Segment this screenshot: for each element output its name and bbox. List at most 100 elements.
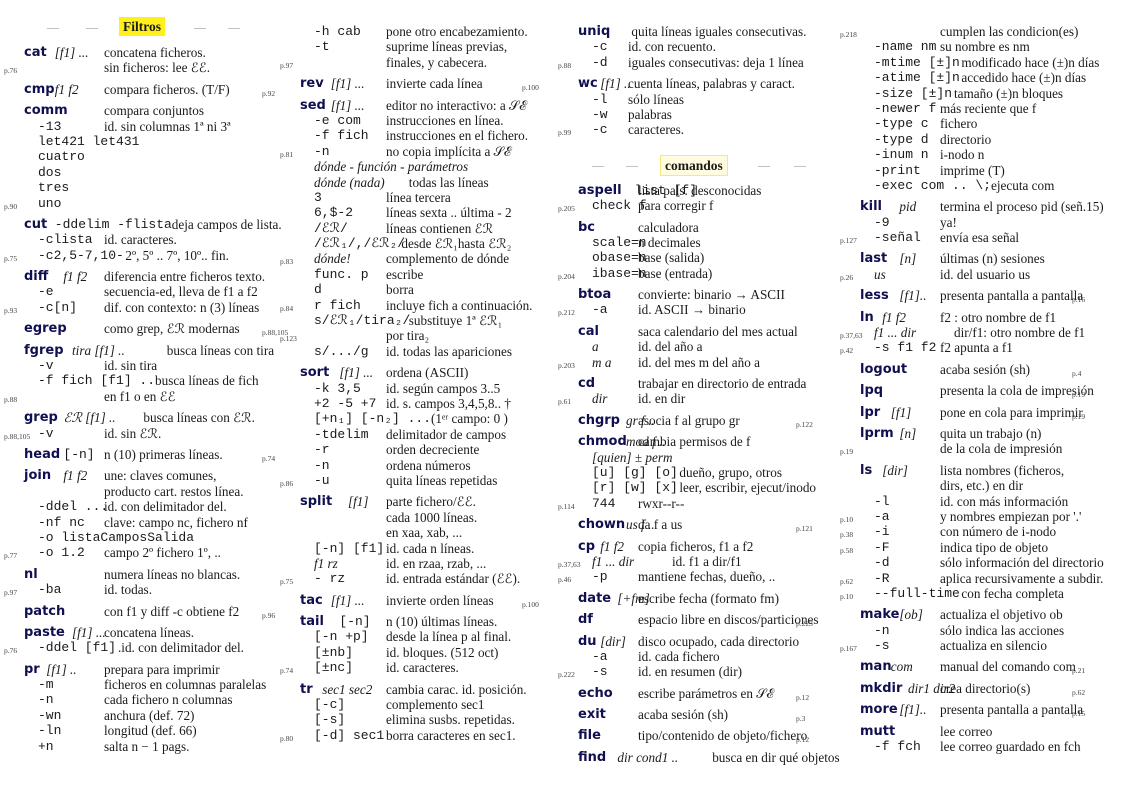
command-args: -type d	[874, 131, 929, 147]
entry-line: f1 ... dir id. f1 a dir/f1 p.37,63	[558, 554, 840, 569]
command-args: -13	[38, 118, 62, 134]
page-reference: p.26	[840, 272, 854, 282]
entry-line: paste [f1] ... concatena líneas.	[0, 625, 290, 640]
command-args: -newer f	[874, 100, 937, 116]
command-args: [quien] ± perm	[592, 449, 673, 465]
command-entry-file: file tipo/contenido de objeto/fichero p.12	[568, 728, 840, 744]
command-description: quita un trabajo (n)	[940, 425, 1042, 441]
command-name: ln	[860, 309, 874, 325]
page-reference: p.80	[280, 733, 294, 743]
entry-line: /ℰℛ/líneas contienen ℰℛ	[290, 221, 568, 236]
command-description: id. sin ℰℛ.	[104, 425, 162, 441]
command-args: let421 let431	[38, 133, 140, 149]
command-description: sin ficheros: lee ℰℰ.	[104, 60, 211, 76]
command-args: -F	[874, 539, 890, 555]
entry-line: more [f1].. presenta pantalla a pantalla p.…	[840, 702, 1122, 718]
entry-line: -c2,5-7,10- 2º, 5º .. 7º, 10º.. fin. p.75	[0, 248, 290, 263]
command-description: su nombre es nm	[940, 39, 1030, 55]
command-description: producto cart. restos línea.	[104, 483, 244, 499]
command-description: complemento sec1	[386, 697, 485, 713]
entry-line: man com manual del comando com p.21	[840, 659, 1122, 675]
command-name: cd	[578, 376, 596, 392]
entry-line: -tdelim delimitador de campos	[290, 427, 568, 442]
entry-line: finales, y cabecera. p.97	[280, 55, 568, 70]
command-description: directorio	[940, 131, 992, 147]
entry-line: ls [dir] lista nombres (ficheros,	[840, 463, 1122, 478]
page-reference: p.205	[558, 204, 575, 214]
command-name: wc	[578, 76, 598, 92]
section-header-comandos: — — comandos — —	[568, 154, 840, 177]
command-description: dir/f1: otro nombre de f1	[954, 325, 1086, 341]
command-description: prepara para imprimir	[104, 661, 220, 677]
command-args: [-s]	[314, 712, 346, 728]
entry-line: -c caracteres. p.99	[558, 122, 840, 137]
command-entry-sort: sort [f1] ... ordena (ASCII) -k 3,5 id. segú…	[280, 365, 568, 488]
command-name: chown	[578, 517, 626, 533]
command-args: /ℰℛ/	[314, 220, 348, 236]
command-args: -f fch	[874, 739, 921, 755]
command-args: -c[n]	[38, 299, 78, 315]
command-description: copia ficheros, f1 a f2	[638, 538, 754, 554]
page-reference: p.46	[558, 575, 572, 585]
command-description: .id. con delimitador del.	[118, 640, 244, 656]
command-args: com	[890, 659, 913, 675]
entry-line: -clista id. caracteres.	[0, 232, 290, 247]
command-description: elimina susbs. repetidas.	[386, 712, 515, 728]
page-reference: p.61	[558, 397, 572, 407]
command-description: n (10) primeras líneas.	[104, 446, 223, 462]
command-description: ficheros en columnas paralelas	[104, 677, 267, 693]
command-description: acaba sesión (sh)	[638, 707, 729, 723]
entry-line: -u quita líneas repetidas p.86	[280, 473, 568, 488]
command-description: con fecha completa	[961, 585, 1064, 601]
command-description: id. bloques. (512 oct)	[386, 644, 499, 660]
command-description: cambia permisos de f	[638, 434, 751, 450]
command-args: s/ℰℛ₁/tira₂/	[314, 313, 411, 329]
command-entry-cut: cut -ddelim -flista deja campos de lista. -…	[0, 217, 290, 263]
page-reference: p.86	[280, 478, 294, 488]
command-args: [f1] ..	[600, 76, 631, 92]
entry-line: 3 línea tercera	[290, 190, 568, 205]
entry-line: date [+fm] escribe fecha (formato fm)	[568, 591, 840, 606]
command-entry-mkdir: mkdir dir1 dir2 crea directorio(s) p.62	[840, 681, 1122, 697]
command-name: kill	[860, 199, 883, 215]
entry-line: -mtime [±]n modificado hace (±)n días	[840, 55, 1122, 70]
command-name: tr	[300, 681, 313, 697]
command-args: --full-time	[874, 585, 960, 601]
command-description: líneas sexta .. última - 2	[386, 205, 512, 221]
entry-line: [-n] [f1] id. cada n líneas.	[290, 541, 568, 556]
command-description: ejecuta com	[991, 177, 1055, 193]
page-reference: p.42	[840, 346, 854, 356]
entry-line: func. p escribe	[290, 267, 568, 282]
command-description: anchura (def. 72)	[104, 707, 195, 723]
command-args: pid	[899, 199, 917, 215]
command-description: id. caracteres.	[104, 232, 177, 248]
command-name: paste	[24, 624, 65, 640]
entry-line: fgrep tira [f1] .. busca líneas con tira	[0, 343, 290, 358]
page-reference: p.97	[4, 588, 18, 598]
command-args: func. p	[314, 266, 369, 282]
entry-line: [-d] sec1 borra caracteres en sec1. p.80	[280, 728, 568, 743]
command-description: id. en rzaa, rzab, ...	[386, 555, 487, 571]
page-reference: p.74	[280, 666, 294, 676]
page-reference: p.3	[796, 714, 806, 724]
command-name: ls	[860, 462, 873, 478]
command-entry-exit: exit acaba sesión (sh) p.3	[568, 707, 840, 723]
command-entry-tr: tr sec1 sec2 cambia carac. id. posición. [-…	[280, 681, 568, 744]
command-description: dueño, grupo, otros	[679, 464, 782, 480]
command-description: (1ᵉʳ campo: 0 )	[431, 411, 508, 427]
entry-line: [-n +p] desde la línea p al final.	[290, 629, 568, 644]
entry-line: producto cart. restos línea.	[0, 484, 290, 499]
command-description: líneas contienen ℰℛ	[386, 220, 494, 236]
command-entry-find: find dir cond1 .. busca en dir qué objetos	[568, 750, 840, 765]
page-reference: p.76	[4, 66, 18, 76]
command-description: id. en resumen (dir)	[638, 664, 742, 680]
command-description: parte fichero/ℰℰ.	[386, 494, 476, 510]
entry-line: -newer f más reciente que f	[840, 101, 1122, 116]
command-name: patch	[24, 603, 66, 619]
entry-line: -a id. ASCII → binario p.212	[558, 302, 840, 317]
entry-line: file tipo/contenido de objeto/fichero p.12	[568, 728, 840, 744]
command-description: deja campos de lista.	[171, 216, 282, 232]
page-reference: p.75	[280, 577, 294, 587]
command-description: borra	[386, 282, 414, 298]
command-description: instrucciones en el fichero.	[386, 128, 529, 144]
